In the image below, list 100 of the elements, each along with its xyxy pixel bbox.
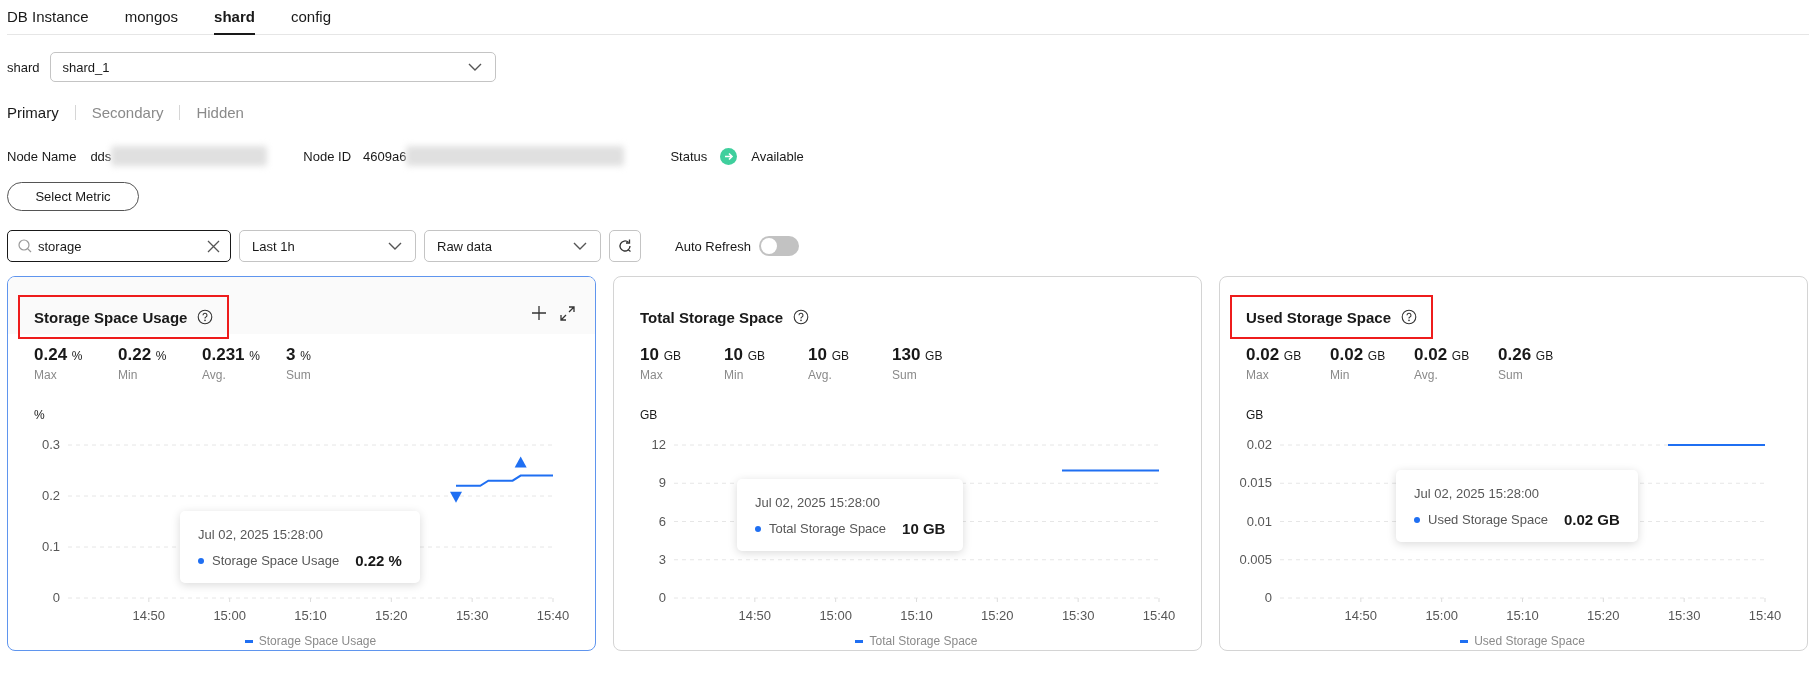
stat-value: 0.02 GB: [1246, 345, 1303, 366]
axis-tick-label: 9: [658, 475, 666, 491]
field-label: Status: [670, 148, 708, 164]
tooltip-time: Jul 02, 2025 15:28:00: [1414, 486, 1541, 501]
status-text: Available: [751, 148, 804, 164]
stat-value: 0.22 %: [118, 345, 168, 366]
stat-label: Avg.: [202, 367, 227, 384]
y-axis-unit: GB: [640, 408, 658, 422]
axis-tick-label: 15:30: [455, 608, 489, 623]
help-icon[interactable]: [1401, 309, 1418, 325]
axis-tick-label: 15:20: [375, 608, 408, 623]
series-dot: [198, 557, 204, 564]
axis-tick-label: 3: [658, 551, 666, 567]
axis-tick-label: 15:00: [213, 608, 246, 623]
refresh-icon: [617, 238, 633, 254]
stat-value: 10 GB: [640, 345, 682, 366]
stat-label: Min: [118, 367, 139, 384]
max-marker-icon: [514, 456, 527, 468]
series-dot: [755, 525, 761, 532]
axis-tick-label: 15:30: [1667, 608, 1701, 623]
axis-tick-label: 14:50: [132, 608, 166, 623]
plus-icon[interactable]: [532, 305, 546, 320]
axis-tick-label: 15:10: [294, 608, 327, 623]
axis-tick-label: 0.2: [41, 488, 60, 503]
stat-label: Sum: [286, 367, 312, 384]
stat-value: 0.24 %: [34, 345, 84, 366]
node-tab[interactable]: Secondary: [75, 103, 180, 121]
tooltip-series: Storage Space Usage: [212, 553, 340, 568]
stat-label: Min: [724, 367, 745, 384]
axis-tick-label: 15:40: [1748, 608, 1782, 623]
card-title: Total Storage Space: [640, 308, 784, 326]
axis-tick-label: 0: [1264, 590, 1272, 605]
stat-label: Avg.: [808, 367, 833, 384]
stat-label: Avg.: [1414, 367, 1439, 384]
axis-tick-label: 14:50: [1344, 608, 1378, 623]
help-icon[interactable]: [197, 309, 214, 325]
axis-tick-label: 15:10: [900, 608, 933, 623]
tooltip-series: Used Storage Space: [1428, 512, 1548, 527]
expand-icon[interactable]: [560, 305, 575, 321]
tooltip-time: Jul 02, 2025 15:28:00: [755, 495, 882, 510]
stat-value: 10 GB: [724, 345, 766, 366]
help-icon[interactable]: [793, 309, 810, 325]
axis-tick-label: 0.1: [41, 539, 60, 554]
stat-label: Sum: [1498, 367, 1524, 384]
stat-value: 0.231 %: [202, 345, 261, 366]
y-axis-unit: GB: [1246, 408, 1264, 422]
tab[interactable]: shard: [214, 0, 255, 35]
series-dot: [1414, 516, 1420, 523]
tab[interactable]: mongos: [124, 0, 179, 35]
node-tab[interactable]: Hidden: [180, 103, 260, 121]
select-metric-button[interactable]: Select Metric: [7, 182, 139, 211]
tooltip-value: 10 GB: [902, 520, 946, 537]
axis-tick-label: 0.3: [41, 437, 60, 452]
axis-tick-label: 14:50: [738, 608, 772, 623]
axis-tick-label: 12: [651, 437, 666, 452]
auto-refresh-toggle[interactable]: [758, 236, 799, 256]
node-tab[interactable]: Primary: [7, 103, 75, 121]
stat-label: Max: [640, 367, 664, 384]
stat-value: 130 GB: [892, 345, 944, 366]
tab[interactable]: config: [290, 0, 331, 35]
stat-label: Max: [34, 367, 58, 384]
field-label: shard: [7, 59, 40, 75]
shard-select[interactable]: shard_1: [49, 52, 496, 82]
stat-value: 0.02 GB: [1414, 345, 1471, 366]
axis-tick-label: 0.02: [1246, 437, 1272, 452]
tooltip-value: 0.22 %: [355, 552, 402, 569]
field-label: Node Name: [7, 148, 77, 164]
stat-label: Max: [1246, 367, 1270, 384]
axis-tick-label: 0.015: [1239, 475, 1272, 491]
node-name: dds: [90, 148, 112, 164]
stat-label: Min: [1330, 367, 1351, 384]
legend-label[interactable]: Total Storage Space: [869, 634, 978, 648]
legend-label[interactable]: Storage Space Usage: [258, 634, 377, 648]
stat-value: 10 GB: [808, 345, 850, 366]
min-marker-icon: [450, 491, 462, 503]
search-icon: [18, 239, 32, 253]
axis-tick-label: 0.005: [1239, 551, 1272, 567]
node-id: 4609a6: [363, 148, 407, 164]
axis-tick-label: 15:30: [1061, 608, 1095, 623]
legend-label[interactable]: Used Storage Space: [1474, 634, 1585, 648]
axis-tick-label: 0: [658, 590, 666, 605]
y-axis-unit: %: [34, 408, 45, 422]
clear-icon[interactable]: [207, 239, 220, 253]
stat-value: 0.02 GB: [1330, 345, 1387, 366]
card-title: Used Storage Space: [1246, 308, 1392, 326]
axis-tick-label: 0.01: [1246, 513, 1272, 529]
tooltip-time: Jul 02, 2025 15:28:00: [198, 527, 325, 542]
tab[interactable]: DB Instance: [7, 0, 89, 35]
axis-tick-label: 15:10: [1506, 608, 1539, 623]
axis-tick-label: 15:20: [981, 608, 1014, 623]
axis-tick-label: 15:40: [536, 608, 570, 623]
axis-tick-label: 6: [658, 513, 666, 529]
axis-tick-label: 15:40: [1142, 608, 1176, 623]
search-field[interactable]: storage: [7, 230, 231, 262]
period-select[interactable]: Last 1h: [239, 230, 416, 262]
refresh-button[interactable]: [609, 230, 641, 262]
data-select[interactable]: Raw data: [424, 230, 601, 262]
axis-tick-label: 0: [52, 590, 60, 605]
card-title: Storage Space Usage: [34, 308, 188, 326]
auto-refresh-label: Auto Refresh: [675, 238, 751, 254]
